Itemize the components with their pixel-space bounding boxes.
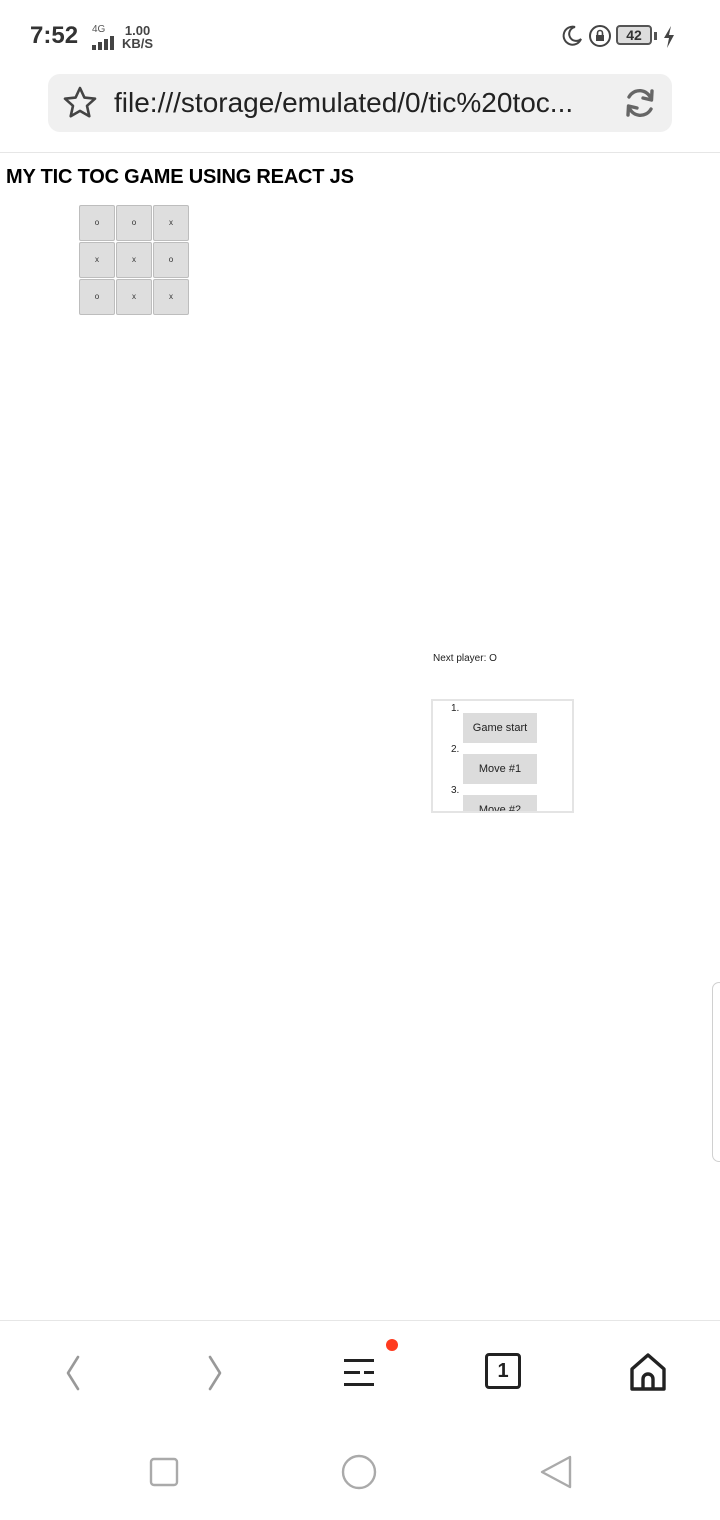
history-number: 3.	[451, 785, 460, 796]
notification-dot	[386, 1339, 398, 1351]
tabs-icon[interactable]: 1	[485, 1353, 521, 1389]
charging-icon	[664, 26, 674, 48]
rotation-lock-icon	[589, 25, 611, 47]
speed-unit: KB/S	[122, 36, 154, 51]
game-board: o o x x x o o x x	[79, 205, 190, 316]
history-number: 1.	[451, 703, 460, 714]
game-status: Next player: O	[433, 653, 497, 664]
battery-icon: 42	[616, 25, 652, 45]
history-button-move-2[interactable]: Move #2	[463, 795, 537, 811]
board-square[interactable]: x	[153, 205, 189, 241]
address-bar[interactable]: file:///storage/emulated/0/tic%20toc...	[48, 74, 672, 132]
board-square[interactable]: o	[79, 279, 115, 315]
back-arrow-icon[interactable]	[58, 1353, 86, 1393]
forward-arrow-icon[interactable]	[202, 1353, 230, 1393]
system-home-icon[interactable]	[340, 1453, 378, 1491]
star-icon[interactable]	[62, 85, 98, 121]
network-speed: 1.00 KB/S	[122, 24, 153, 50]
board-square[interactable]: x	[116, 279, 152, 315]
history-button-move-1[interactable]: Move #1	[463, 754, 537, 784]
moon-icon	[562, 25, 582, 46]
recent-apps-icon[interactable]	[149, 1457, 179, 1487]
board-square[interactable]: x	[116, 242, 152, 278]
history-button-game-start[interactable]: Game start	[463, 713, 537, 743]
status-bar: 7:52 4G 1.00 KB/S 42	[0, 0, 720, 72]
history-number: 2.	[451, 744, 460, 755]
status-time: 7:52	[30, 22, 79, 49]
system-back-icon[interactable]	[538, 1453, 574, 1491]
reload-icon[interactable]	[622, 85, 658, 121]
system-navigation-bar	[0, 1421, 720, 1520]
signal-icon	[92, 36, 114, 50]
battery-tip	[654, 32, 657, 40]
url-text[interactable]: file:///storage/emulated/0/tic%20toc...	[114, 87, 594, 119]
browser-toolbar: 1	[0, 1321, 720, 1421]
move-history-list[interactable]: 1. Game start 2. Move #1 3. Move #2	[431, 699, 574, 813]
screen: 7:52 4G 1.00 KB/S 42 file:///storage/emu…	[0, 0, 720, 1520]
board-square[interactable]: o	[79, 205, 115, 241]
edge-panel-handle[interactable]	[712, 982, 720, 1162]
board-square[interactable]: o	[153, 242, 189, 278]
page-title: MY TIC TOC GAME USING REACT JS	[6, 166, 354, 188]
board-square[interactable]: x	[79, 242, 115, 278]
home-icon[interactable]	[628, 1351, 668, 1393]
address-bar-divider	[0, 152, 720, 153]
board-square[interactable]: o	[116, 205, 152, 241]
network-type: 4G	[92, 24, 106, 35]
menu-icon[interactable]	[340, 1353, 380, 1393]
board-square[interactable]: x	[153, 279, 189, 315]
